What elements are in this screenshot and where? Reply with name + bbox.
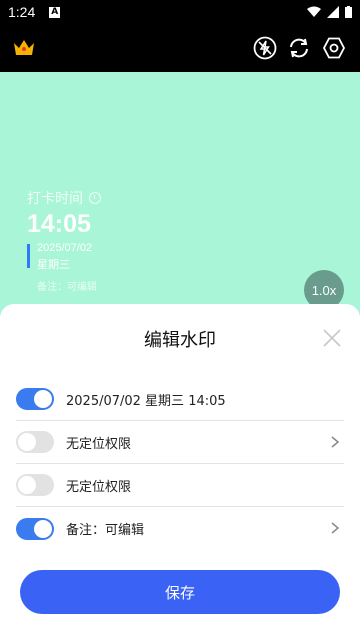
save-button[interactable]: 保存 [20, 570, 340, 614]
location-toggle[interactable] [16, 431, 54, 453]
signal-icon [327, 6, 339, 18]
settings-icon[interactable] [322, 36, 346, 60]
camera-toolbar [0, 24, 360, 72]
watermark-row-datetime[interactable]: 2025/07/02 星期三 14:05 [16, 378, 344, 421]
watermark-title-label: 打卡时间 [27, 191, 83, 207]
watermark-row-location[interactable]: 无定位权限 [16, 421, 344, 464]
flash-off-icon[interactable] [253, 36, 277, 60]
close-icon[interactable] [322, 328, 342, 348]
status-time: 1:24 [8, 4, 36, 20]
watermark-row-note[interactable]: 备注：可编辑 [16, 507, 344, 550]
status-icons [307, 6, 352, 18]
watermark-weekday: 星期三 [37, 258, 70, 271]
wifi-icon [307, 6, 321, 17]
row-label: 2025/07/02 星期三 14:05 [66, 393, 226, 409]
watermark-accent-bar [27, 244, 30, 268]
status-bar: 1:24 A [0, 0, 360, 24]
datetime-toggle[interactable] [16, 388, 54, 410]
watermark-date: 2025/07/02 [37, 242, 93, 254]
chevron-right-icon [331, 436, 340, 448]
row-label: 无定位权限 [66, 479, 132, 495]
row-label: 备注：可编辑 [66, 523, 145, 538]
clock-icon [89, 192, 101, 204]
row-label: 无定位权限 [66, 436, 132, 452]
note-toggle[interactable] [16, 517, 54, 540]
notification-icon: A [49, 6, 61, 18]
sheet-title: 编辑水印 [144, 330, 216, 351]
watermark-note: 备注：可编辑 [37, 282, 97, 293]
battery-icon [345, 6, 352, 18]
edit-watermark-sheet: 编辑水印 2025/07/02 星期三 14:05 无定位权限 无定位权限 备注… [0, 304, 360, 640]
watermark-row-location-2[interactable]: 无定位权限 [16, 464, 344, 507]
switch-camera-icon[interactable] [287, 36, 311, 60]
crown-icon[interactable] [12, 36, 36, 60]
watermark-time: 14:05 [27, 210, 91, 238]
watermark-title: 打卡时间 [27, 188, 101, 208]
location-2-toggle[interactable] [16, 474, 54, 496]
chevron-right-icon [331, 522, 340, 534]
